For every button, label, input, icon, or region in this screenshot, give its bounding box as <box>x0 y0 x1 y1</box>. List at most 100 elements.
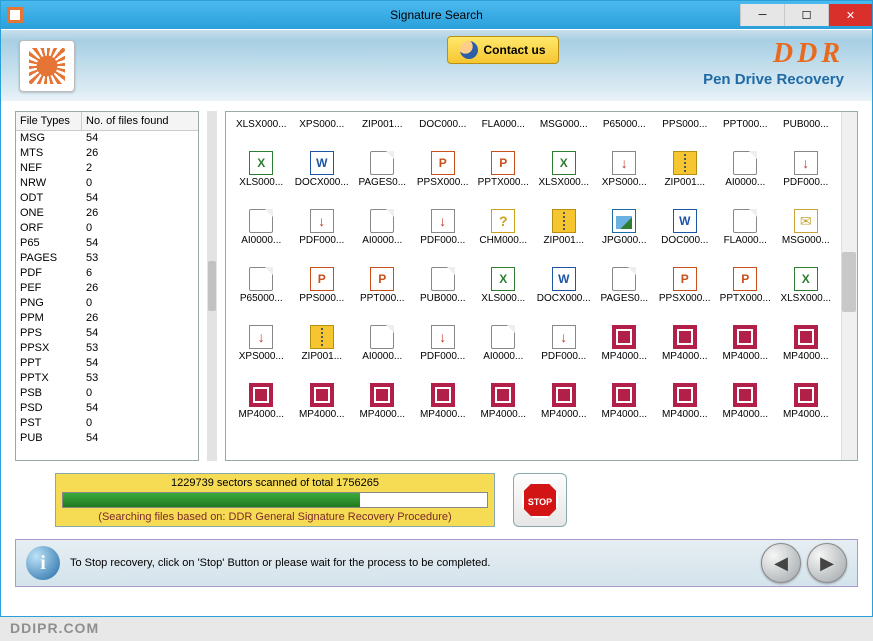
file-type-row[interactable]: NRW0 <box>16 176 198 191</box>
file-item[interactable]: DOCX000... <box>535 248 594 304</box>
file-item[interactable]: PPTX000... <box>716 248 775 304</box>
file-item[interactable]: AI0000... <box>353 306 412 362</box>
minimize-button[interactable]: ─ <box>740 4 784 26</box>
file-type-row[interactable]: ODT54 <box>16 191 198 206</box>
file-type-row[interactable]: PPS54 <box>16 326 198 341</box>
file-item[interactable]: AI0000... <box>474 306 533 362</box>
file-item[interactable]: FLA000... <box>474 116 533 130</box>
file-item[interactable]: PUB000... <box>414 248 473 304</box>
file-item[interactable]: MSG000... <box>535 116 594 130</box>
file-type-row[interactable]: PNG0 <box>16 296 198 311</box>
file-type-row[interactable]: P6554 <box>16 236 198 251</box>
file-item[interactable]: P65000... <box>595 116 654 130</box>
file-item[interactable]: DOC000... <box>656 190 715 246</box>
file-item[interactable]: PPS000... <box>293 248 352 304</box>
file-item[interactable]: PDF000... <box>414 190 473 246</box>
file-item[interactable]: MP4000... <box>777 364 836 420</box>
file-icon <box>794 383 818 407</box>
file-grid[interactable]: XLSX000...XPS000...ZIP001...DOC000...FLA… <box>232 116 835 420</box>
file-item[interactable]: PPS000... <box>656 116 715 130</box>
file-type-row[interactable]: PPT54 <box>16 356 198 371</box>
file-item[interactable]: PDF000... <box>535 306 594 362</box>
file-type-row[interactable]: ONE26 <box>16 206 198 221</box>
file-type-row[interactable]: ORF0 <box>16 221 198 236</box>
file-item[interactable]: DOCX000... <box>293 132 352 188</box>
next-button[interactable]: ▶ <box>807 543 847 583</box>
file-item[interactable]: MP4000... <box>232 364 291 420</box>
file-item[interactable]: DOC000... <box>414 116 473 130</box>
file-item[interactable]: JPG000... <box>595 190 654 246</box>
file-type-row[interactable]: PST0 <box>16 416 198 431</box>
file-item[interactable]: PPTX000... <box>474 132 533 188</box>
file-item[interactable]: MP4000... <box>656 364 715 420</box>
file-icon <box>552 383 576 407</box>
file-item[interactable]: PUB000... <box>777 116 836 130</box>
file-item[interactable]: XLSX000... <box>777 248 836 304</box>
contact-us-button[interactable]: Contact us <box>447 36 559 64</box>
file-type-row[interactable]: PAGES53 <box>16 251 198 266</box>
file-item[interactable]: MP4000... <box>716 364 775 420</box>
file-item[interactable]: MP4000... <box>595 306 654 362</box>
file-item[interactable]: ZIP001... <box>535 190 594 246</box>
file-item[interactable]: MP4000... <box>414 364 473 420</box>
file-item[interactable]: XPS000... <box>232 306 291 362</box>
file-type-row[interactable]: PPSX53 <box>16 341 198 356</box>
file-type-row[interactable]: MTS26 <box>16 146 198 161</box>
stop-button[interactable] <box>513 473 567 527</box>
file-item[interactable]: PDF000... <box>293 190 352 246</box>
file-item[interactable]: XLS000... <box>232 132 291 188</box>
file-item[interactable]: CHM000... <box>474 190 533 246</box>
col-header-count[interactable]: No. of files found <box>82 112 198 130</box>
file-item[interactable]: MP4000... <box>535 364 594 420</box>
file-item[interactable]: MP4000... <box>716 306 775 362</box>
file-item[interactable]: AI0000... <box>232 190 291 246</box>
file-item[interactable]: MP4000... <box>474 364 533 420</box>
file-scrollbar[interactable] <box>841 112 857 460</box>
scroll-thumb[interactable] <box>842 252 856 312</box>
file-item[interactable]: PPT000... <box>353 248 412 304</box>
back-button[interactable]: ◀ <box>761 543 801 583</box>
file-icon <box>612 267 636 291</box>
file-item[interactable]: XLS000... <box>474 248 533 304</box>
file-item[interactable]: PPSX000... <box>656 248 715 304</box>
file-item[interactable]: PPT000... <box>716 116 775 130</box>
file-item[interactable]: MP4000... <box>595 364 654 420</box>
file-item[interactable]: MP4000... <box>656 306 715 362</box>
file-item[interactable]: PPSX000... <box>414 132 473 188</box>
file-item[interactable]: PDF000... <box>777 132 836 188</box>
file-type-row[interactable]: NEF2 <box>16 161 198 176</box>
file-type-row[interactable]: MSG54 <box>16 131 198 146</box>
file-item[interactable]: PDF000... <box>414 306 473 362</box>
file-item[interactable]: PAGES0... <box>595 248 654 304</box>
file-item[interactable]: FLA000... <box>716 190 775 246</box>
file-item[interactable]: MP4000... <box>353 364 412 420</box>
file-item[interactable]: AI0000... <box>716 132 775 188</box>
file-item[interactable]: XPS000... <box>595 132 654 188</box>
splitter[interactable] <box>207 111 217 461</box>
col-header-type[interactable]: File Types <box>16 112 82 130</box>
file-item[interactable]: ZIP001... <box>293 306 352 362</box>
file-item[interactable]: AI0000... <box>353 190 412 246</box>
file-item[interactable]: MP4000... <box>293 364 352 420</box>
file-type-row[interactable]: PSB0 <box>16 386 198 401</box>
file-item[interactable]: ZIP001... <box>656 132 715 188</box>
file-item[interactable]: MSG000... <box>777 190 836 246</box>
close-button[interactable]: ✕ <box>828 4 872 26</box>
file-item[interactable]: XLSX000... <box>232 116 291 130</box>
file-type-row[interactable]: PPTX53 <box>16 371 198 386</box>
file-types-list[interactable]: MSG54MTS26NEF2NRW0ODT54ONE26ORF0P6554PAG… <box>16 131 198 460</box>
brand: DDR Pen Drive Recovery <box>703 38 844 87</box>
maximize-button[interactable]: ☐ <box>784 4 828 26</box>
file-item[interactable]: XPS000... <box>293 116 352 130</box>
file-item[interactable]: P65000... <box>232 248 291 304</box>
file-type-row[interactable]: PEF26 <box>16 281 198 296</box>
file-item[interactable]: ZIP001... <box>353 116 412 130</box>
file-icon <box>733 383 757 407</box>
file-item[interactable]: MP4000... <box>777 306 836 362</box>
file-item[interactable]: PAGES0... <box>353 132 412 188</box>
file-type-row[interactable]: PDF6 <box>16 266 198 281</box>
file-type-row[interactable]: PSD54 <box>16 401 198 416</box>
file-type-row[interactable]: PUB54 <box>16 431 198 446</box>
file-type-row[interactable]: PPM26 <box>16 311 198 326</box>
file-item[interactable]: XLSX000... <box>535 132 594 188</box>
